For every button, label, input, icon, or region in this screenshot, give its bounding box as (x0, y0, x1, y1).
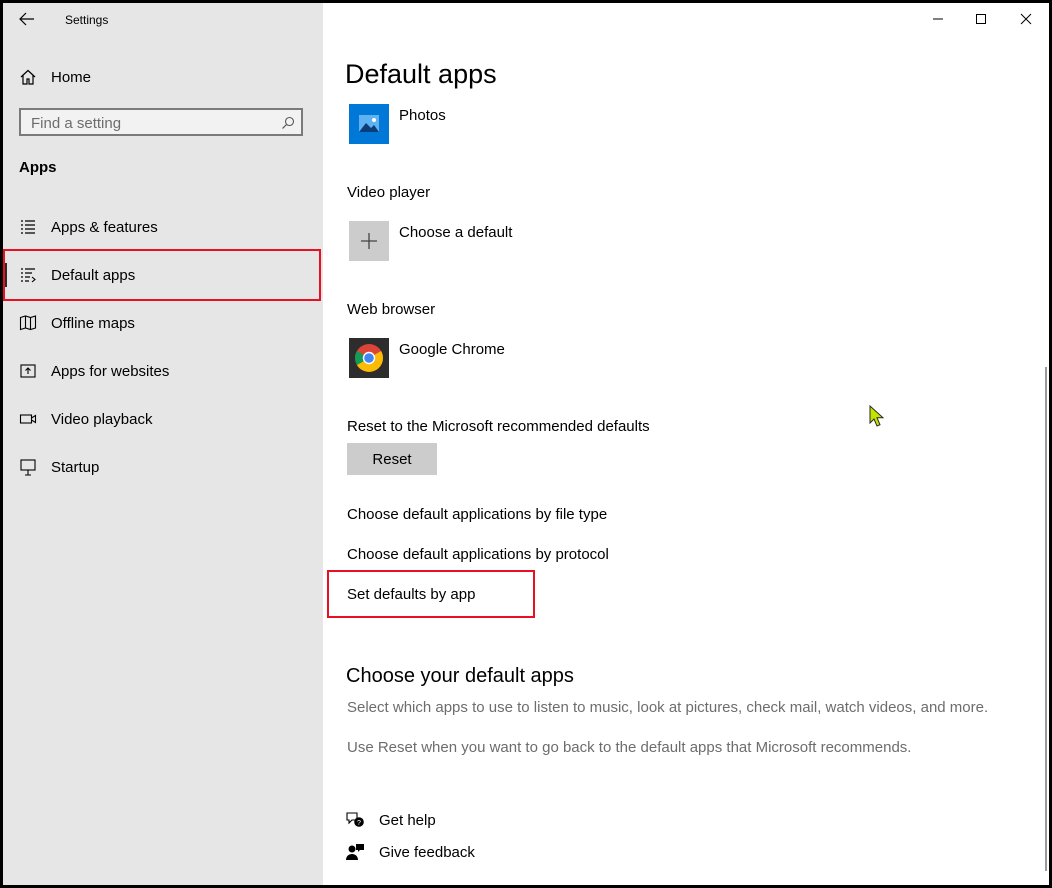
search-icon[interactable] (281, 116, 295, 130)
startup-icon (20, 459, 36, 476)
sidebar-item-label: Video playback (51, 410, 153, 428)
sidebar-item-offline-maps[interactable]: Offline maps (3, 299, 323, 347)
chrome-icon (349, 338, 389, 378)
reset-label: Reset to the Microsoft recommended defau… (347, 418, 650, 435)
minimize-icon (933, 18, 943, 20)
choose-section-title: Choose your default apps (346, 665, 574, 687)
main-panel: Default apps Photos Video player Choose … (323, 3, 1049, 885)
home-link[interactable]: Home (19, 65, 319, 89)
search-placeholder: Find a setting (31, 115, 122, 132)
sidebar-item-label: Startup (51, 458, 100, 476)
sidebar-item-label: Apps & features (51, 218, 158, 236)
choose-section-desc: Select which apps to use to listen to mu… (347, 699, 989, 716)
apps-features-icon (21, 220, 35, 234)
sidebar: Settings Home Find a setting Apps Apps &… (3, 3, 323, 885)
search-input[interactable]: Find a setting (19, 108, 303, 136)
sidebar-item-label: Apps for websites (51, 362, 170, 380)
close-button[interactable] (1011, 9, 1041, 29)
get-help-label: Get help (379, 811, 436, 829)
video-app-label: Choose a default (399, 224, 513, 241)
help-chat-icon: ? (346, 812, 364, 827)
home-label: Home (51, 68, 92, 86)
scrollbar[interactable] (1045, 367, 1047, 871)
sidebar-item-video-playback[interactable]: Video playback (3, 395, 323, 443)
link-by-file-type[interactable]: Choose default applications by file type (347, 506, 607, 523)
settings-window: Settings Home Find a setting Apps Apps &… (3, 3, 1049, 885)
web-browser-label: Web browser (347, 301, 436, 318)
map-icon (19, 315, 37, 331)
window-title: Settings (65, 13, 109, 27)
browser-app-label: Google Chrome (399, 341, 505, 358)
svg-text:?: ? (357, 820, 361, 827)
sidebar-item-label: Offline maps (51, 314, 135, 332)
highlight-box-default-apps (3, 249, 321, 301)
reset-button[interactable]: Reset (347, 443, 437, 475)
get-help-link[interactable]: ? Get help (345, 809, 436, 831)
section-title: Apps (19, 159, 57, 176)
give-feedback-label: Give feedback (379, 843, 475, 861)
maximize-button[interactable] (966, 9, 996, 29)
close-icon (1020, 13, 1032, 25)
reset-desc: Use Reset when you want to go back to th… (347, 739, 912, 756)
video-player-label: Video player (347, 184, 431, 201)
sidebar-item-apps-features[interactable]: Apps & features (3, 203, 323, 251)
mouse-cursor-icon (869, 405, 885, 427)
photos-app-icon (349, 104, 389, 144)
highlight-box-set-defaults (327, 570, 535, 618)
sidebar-item-startup[interactable]: Startup (3, 443, 323, 491)
back-arrow-icon[interactable] (17, 9, 37, 29)
link-by-protocol[interactable]: Choose default applications by protocol (347, 546, 609, 563)
apps-websites-icon (20, 364, 36, 378)
maximize-icon (976, 14, 986, 24)
page-title: Default apps (345, 59, 497, 89)
feedback-icon (346, 844, 364, 860)
home-icon (20, 69, 36, 85)
photo-app-label: Photos (399, 107, 446, 124)
minimize-button[interactable] (923, 9, 953, 29)
plus-icon (349, 221, 389, 261)
sidebar-item-apps-websites[interactable]: Apps for websites (3, 347, 323, 395)
give-feedback-link[interactable]: Give feedback (345, 841, 475, 863)
video-icon (19, 414, 37, 424)
